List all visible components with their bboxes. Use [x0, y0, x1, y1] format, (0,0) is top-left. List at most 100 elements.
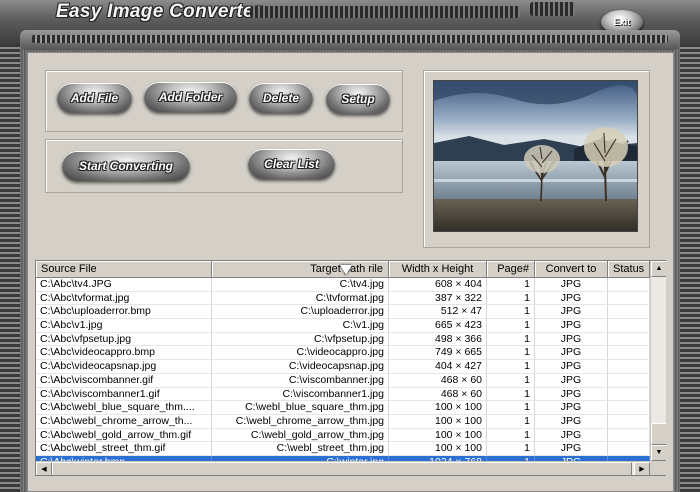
cell-source: C:\Abc\v1.jpg	[36, 319, 212, 333]
file-list-table[interactable]: Source File Target path rile Width x Hei…	[35, 260, 666, 476]
cell-status	[608, 373, 650, 388]
horizontal-scrollbar[interactable]: ◀ ▶	[36, 461, 666, 475]
cell-size: 468 × 60	[389, 387, 487, 402]
table-row[interactable]: C:\Abc\webl_blue_square_thm.... C:\webl_b…	[36, 401, 650, 415]
table-row[interactable]: C:\Abc\tv4.JPG C:\tv4.jpg 608 × 404 1 JPG	[36, 278, 650, 292]
add-folder-button[interactable]: Add Folder	[144, 82, 237, 112]
cell-status	[608, 428, 650, 443]
start-converting-button[interactable]: Start Converting	[62, 151, 190, 181]
vertical-scroll-thumb[interactable]	[651, 423, 666, 445]
cell-convert: JPG	[535, 442, 608, 456]
table-row[interactable]: C:\Abc\tvformat.jpg C:\tvformat.jpg 387 × …	[36, 291, 650, 306]
cell-target: C:\viscombanner1.jpg	[212, 387, 389, 402]
clear-list-button[interactable]: Clear List	[248, 149, 335, 179]
table-row[interactable]: C:\Abc\webl_gold_arrow_thm.gif C:\webl_go…	[36, 428, 650, 443]
cell-source: C:\Abc\webl_street_thm.gif	[36, 442, 212, 456]
cell-target: C:\tv4.jpg	[212, 278, 389, 292]
cell-convert: JPG	[535, 319, 608, 333]
column-header-size[interactable]: Width x Height	[389, 261, 487, 278]
cell-pages: 1	[487, 401, 535, 415]
triangle-up-icon: ▲	[655, 265, 663, 272]
top-decor-dots	[32, 35, 668, 43]
setup-button[interactable]: Setup	[326, 84, 390, 114]
cell-source: C:\Abc\uploaderror.bmp	[36, 305, 212, 320]
table-row[interactable]: C:\Abc\videocappro.bmp C:\videocappro.jpg…	[36, 346, 650, 361]
top-decor-bar	[20, 30, 680, 50]
cell-convert: JPG	[535, 373, 608, 388]
cell-convert: JPG	[535, 332, 608, 347]
cell-pages: 1	[487, 360, 535, 374]
cell-size: 387 × 322	[389, 291, 487, 306]
cell-size: 404 × 427	[389, 360, 487, 374]
cell-size: 100 × 100	[389, 401, 487, 415]
table-row[interactable]: C:\Abc\v1.jpg C:\v1.jpg 665 × 423 1 JPG	[36, 319, 650, 333]
table-row[interactable]: C:\Abc\viscombanner.gif C:\viscombanner.j…	[36, 373, 650, 388]
cell-source: C:\Abc\viscombanner.gif	[36, 373, 212, 388]
horizontal-scroll-thumb[interactable]	[52, 462, 632, 475]
cell-status	[608, 332, 650, 347]
column-header-source[interactable]: Source File	[36, 261, 212, 278]
cell-source: C:\Abc\webl_chrome_arrow_th...	[36, 414, 212, 429]
cell-pages: 1	[487, 278, 535, 292]
cell-source: C:\Abc\vfpsetup.jpg	[36, 332, 212, 347]
title-grille-decoration-2	[530, 2, 575, 16]
cell-status	[608, 319, 650, 333]
triangle-down-icon: ▼	[655, 449, 663, 456]
cell-size: 100 × 100	[389, 414, 487, 429]
cell-source: C:\Abc\tvformat.jpg	[36, 291, 212, 306]
cell-target: C:\webl_street_thm.jpg	[212, 442, 389, 456]
cell-convert: JPG	[535, 428, 608, 443]
cell-size: 749 × 665	[389, 346, 487, 361]
table-row[interactable]: C:\Abc\videocapsnap.jpg C:\videocapsnap.j…	[36, 360, 650, 374]
right-rail-decoration	[680, 44, 700, 492]
cell-pages: 1	[487, 305, 535, 320]
cell-target: C:\uploaderror.jpg	[212, 305, 389, 320]
preview-image	[433, 80, 638, 232]
winter-landscape-image	[434, 81, 637, 231]
column-header-pages[interactable]: Page#	[487, 261, 535, 278]
title-grille-decoration	[250, 6, 520, 18]
column-header-convert[interactable]: Convert to	[535, 261, 608, 278]
scroll-down-button[interactable]: ▼	[651, 445, 666, 461]
table-row[interactable]: C:\Abc\vfpsetup.jpg C:\vfpsetup.jpg 498 × …	[36, 332, 650, 347]
main-panel: Add File Add Folder Delete Setup Start C…	[27, 52, 674, 492]
cell-status	[608, 442, 650, 456]
cell-source: C:\Abc\webl_gold_arrow_thm.gif	[36, 428, 212, 443]
cell-source: C:\Abc\tv4.JPG	[36, 278, 212, 292]
cell-status	[608, 278, 650, 292]
table-row[interactable]: C:\Abc\webl_street_thm.gif C:\webl_street…	[36, 442, 650, 456]
app-title: Easy Image Converter	[56, 1, 262, 22]
cell-target: C:\videocapsnap.jpg	[212, 360, 389, 374]
app-frame: Easy Image Converter Exit Add File Add F…	[0, 0, 700, 492]
cell-convert: JPG	[535, 291, 608, 306]
table-row[interactable]: C:\Abc\webl_chrome_arrow_th... C:\webl_ch…	[36, 414, 650, 429]
cell-size: 468 × 60	[389, 373, 487, 388]
cell-size: 498 × 366	[389, 332, 487, 347]
scroll-right-button[interactable]: ▶	[634, 462, 650, 475]
cell-target: C:\videocappro.jpg	[212, 346, 389, 361]
cell-pages: 1	[487, 373, 535, 388]
column-header-target[interactable]: Target path rile	[212, 261, 389, 278]
vertical-scrollbar[interactable]: ▲ ▼	[650, 261, 666, 461]
scroll-left-button[interactable]: ◀	[36, 462, 52, 475]
table-row[interactable]: C:\Abc\uploaderror.bmp C:\uploaderror.jpg…	[36, 305, 650, 320]
cell-size: 512 × 47	[389, 305, 487, 320]
cell-status	[608, 360, 650, 374]
table-row[interactable]: C:\Abc\viscombanner1.gif C:\viscombanner1…	[36, 387, 650, 402]
scroll-up-button[interactable]: ▲	[651, 261, 666, 277]
cell-size: 608 × 404	[389, 278, 487, 292]
cell-pages: 1	[487, 332, 535, 347]
start-converting-label: Start Converting	[78, 159, 173, 173]
cell-convert: JPG	[535, 305, 608, 320]
cell-pages: 1	[487, 428, 535, 443]
cell-status	[608, 414, 650, 429]
clear-list-label: Clear List	[264, 157, 319, 171]
cell-size: 100 × 100	[389, 428, 487, 443]
delete-button[interactable]: Delete	[249, 83, 313, 113]
cell-source: C:\Abc\webl_blue_square_thm....	[36, 401, 212, 415]
add-file-button[interactable]: Add File	[57, 83, 132, 113]
exit-label: Exit	[613, 17, 631, 27]
column-header-status[interactable]: Status	[608, 261, 650, 278]
cell-target: C:\webl_chrome_arrow_thm.jpg	[212, 414, 389, 429]
cell-size: 100 × 100	[389, 442, 487, 456]
